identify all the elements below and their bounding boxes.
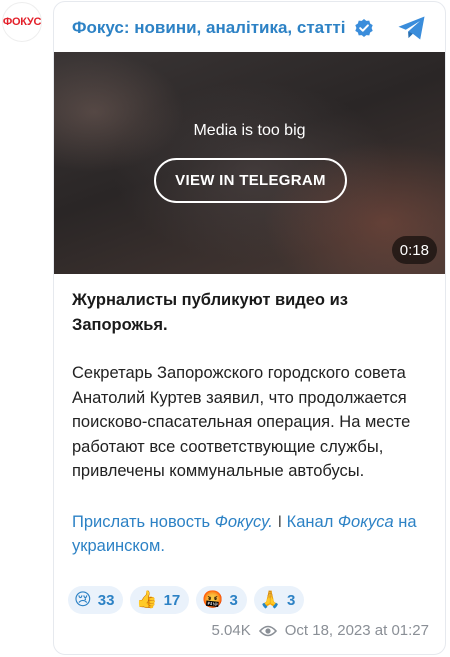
verified-check-icon (354, 19, 373, 37)
post-timestamp[interactable]: Oct 18, 2023 at 01:27 (285, 622, 429, 639)
view-count: 5.04K (211, 622, 251, 639)
reaction-pray[interactable]: 🙏 3 (253, 586, 305, 614)
reaction-count: 3 (229, 591, 238, 609)
avatar-logo-text: ФОКУС (2, 16, 42, 28)
post-header: Фокус: новини, аналітика, статті (72, 14, 431, 42)
view-in-telegram-button[interactable]: VIEW IN TELEGRAM (154, 158, 347, 203)
post-meta: 5.04K Oct 18, 2023 at 01:27 (212, 622, 429, 639)
reaction-crying[interactable]: 😢 33 (68, 586, 124, 614)
video-duration-badge: 0:18 (391, 236, 437, 264)
channel-name-link[interactable]: Фокус: новини, аналітика, статті (72, 18, 346, 38)
thumbs-up-icon: 👍 (136, 589, 158, 610)
link-separator: I (272, 512, 287, 531)
post-text: Журналисты публикуют видео из Запорожья.… (72, 288, 432, 559)
telegram-plane-icon[interactable] (397, 14, 427, 42)
angry-face-icon: 🤬 (202, 589, 224, 610)
media-too-big-notice: Media is too big (193, 122, 306, 139)
post-lead: Журналисты публикуют видео из Запорожья. (72, 291, 348, 334)
folded-hands-icon: 🙏 (259, 589, 281, 610)
video-media[interactable]: Media is too big VIEW IN TELEGRAM 0:18 (54, 52, 445, 274)
reaction-count: 17 (163, 591, 181, 609)
telegram-post-card: Фокус: новини, аналітика, статті Media i… (53, 1, 446, 655)
channel-avatar[interactable]: ФОКУС (2, 2, 42, 42)
send-news-link[interactable]: Прислать новость Фокусу. (72, 513, 273, 531)
reaction-thumbs-up[interactable]: 👍 17 (130, 586, 190, 614)
reaction-count: 33 (97, 591, 115, 609)
reaction-angry[interactable]: 🤬 3 (196, 586, 247, 614)
reactions-bar: 😢 33 👍 17 🤬 3 🙏 3 (68, 586, 305, 614)
eye-icon (258, 625, 277, 636)
reaction-count: 3 (286, 591, 296, 609)
post-links: Прислать новость Фокусу. I Канал Фокуса … (72, 510, 432, 559)
post-body: Секретарь Запорожского городского совета… (72, 364, 411, 480)
crying-face-icon: 😢 (74, 589, 92, 610)
